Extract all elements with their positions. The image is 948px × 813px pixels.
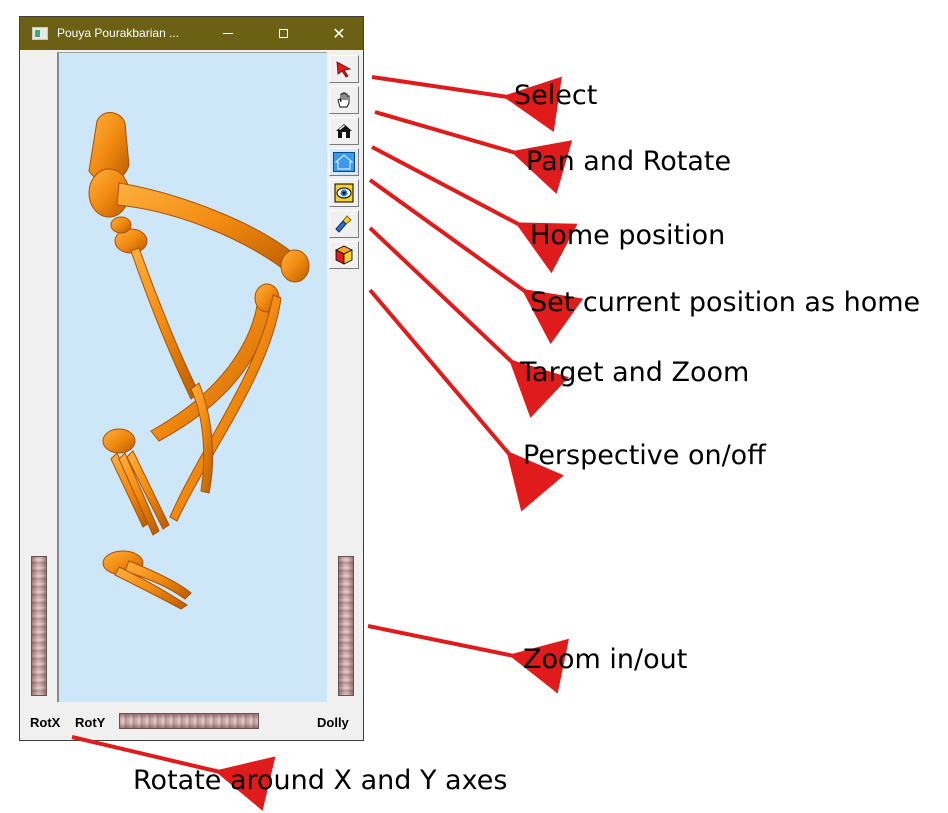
dolly-label: Dolly [317,715,349,730]
label-perspective: Perspective on/off [523,440,766,471]
arrow-select [371,75,562,133]
set-home-button[interactable] [329,148,359,176]
close-button[interactable]: ✕ [316,17,362,50]
viewer-client-area: RotX RotY Dolly [20,50,363,740]
minimize-icon [223,33,233,34]
arrow-perspective [368,288,564,512]
rotx-thumbwheel[interactable] [31,556,47,696]
label-select: Select [514,80,598,111]
label-pan-rotate: Pan and Rotate [526,146,732,177]
view-cube-button[interactable] [329,241,359,269]
maximize-button[interactable] [260,17,306,50]
perspective-button[interactable] [329,210,359,238]
house-icon [336,124,352,138]
arrow-cursor-icon [336,61,352,78]
arrow-set-home [368,178,584,345]
select-button[interactable] [329,55,359,83]
skeleton-leg-model [88,112,310,610]
roty-label: RotY [75,715,106,730]
rotx-label: RotX [30,715,61,730]
roty-thumbwheel[interactable] [119,713,259,729]
window-title: Pouya Pourakbarian ... [57,26,180,40]
arrow-pan-rotate [374,110,573,194]
close-icon: ✕ [332,25,346,43]
home-button[interactable] [329,117,359,145]
label-zoom: Zoom in/out [523,644,688,675]
flashlight-icon [335,215,352,233]
3d-viewport[interactable] [57,52,327,702]
dolly-thumbwheel[interactable] [338,556,354,696]
title-bar[interactable]: Pouya Pourakbarian ... ✕ [20,17,363,50]
cube-icon [335,245,353,265]
maximize-icon [278,29,288,38]
eye-target-icon [334,183,354,203]
label-rotate-xy: Rotate around X and Y axes [133,765,508,796]
arrow-target-zoom [368,226,569,418]
arrow-home [371,145,578,274]
hand-icon [337,92,350,108]
app-icon [32,27,48,40]
label-set-home: Set current position as home [530,287,921,318]
viewer-window: Pouya Pourakbarian ... ✕ RotX RotY Dolly [19,16,364,741]
arrow-zoom [367,624,570,694]
label-target-zoom: Target and Zoom [520,357,750,388]
minimize-button[interactable] [205,17,251,50]
pan-rotate-button[interactable] [329,86,359,114]
house-outline-icon [333,152,355,172]
label-home-position: Home position [530,220,726,251]
target-zoom-button[interactable] [329,179,359,207]
